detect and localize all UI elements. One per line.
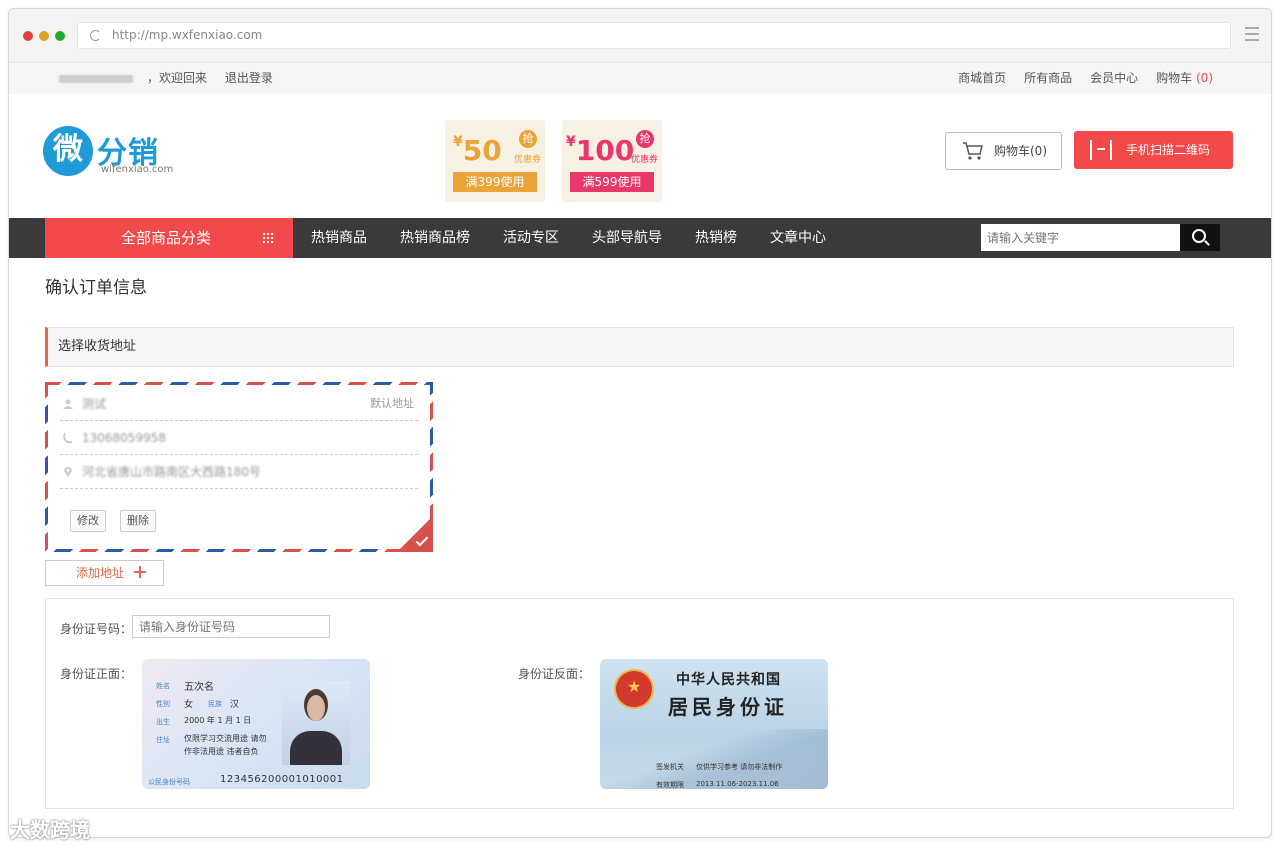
recipient-phone: 13068059958	[82, 431, 166, 445]
id-number-printed: 123456200001010001	[220, 774, 344, 785]
selected-corner	[397, 516, 433, 552]
top-link-all-products[interactable]: 所有商品	[1024, 63, 1072, 94]
reload-icon[interactable]	[90, 30, 101, 41]
search-button[interactable]	[1180, 224, 1220, 251]
id-photo	[282, 681, 350, 765]
location-pin-icon	[64, 467, 72, 477]
username-blurred	[59, 74, 133, 83]
national-emblem-icon	[614, 669, 654, 709]
default-address-label: 默认地址	[370, 397, 414, 410]
grid-icon	[263, 233, 273, 243]
add-address-button[interactable]: 添加地址	[45, 560, 164, 586]
address-phone-row: 13068059958	[60, 421, 418, 455]
hamburger-menu-icon[interactable]	[1245, 27, 1259, 41]
cart-icon	[963, 142, 983, 160]
scan-icon	[1090, 140, 1112, 160]
browser-window: http://mp.wxfenxiao.com ，欢迎回来 退出登录 商城首页 …	[8, 8, 1272, 838]
top-link-home[interactable]: 商城首页	[958, 63, 1006, 94]
main-nav: 全部商品分类 热销商品 热销商品榜 活动专区 头部导航导 热销榜 文章中心	[9, 218, 1271, 258]
id-card-front-image[interactable]: 姓名 五次名 性别 女 民族 汉 出生 2000 年 1 月 1 日 住址 仅限…	[142, 659, 370, 789]
recipient-name: 测试	[82, 397, 107, 411]
nav-item-events[interactable]: 活动专区	[503, 218, 559, 258]
address-name-row: 测试 默认地址	[60, 387, 418, 421]
top-link-member-center[interactable]: 会员中心	[1090, 63, 1138, 94]
welcome-text: ，欢迎回来	[147, 71, 208, 85]
id-title: 居民身份证	[668, 695, 788, 719]
user-icon	[63, 399, 73, 409]
nav-item-hot-products[interactable]: 热销商品	[311, 218, 367, 258]
maximize-dot[interactable]	[55, 31, 65, 41]
site-header: 微 分销 wifenxiao.com ¥50 抢 优惠券 满399使用 ¥100…	[9, 94, 1271, 218]
coupon-tag: 优惠券	[630, 155, 658, 165]
address-card[interactable]: 测试 默认地址 13068059958 河北省唐山市路南区大西路180号 修改 …	[45, 382, 433, 552]
id-name: 五次名	[184, 682, 214, 693]
site-logo[interactable]: 微 分销 wifenxiao.com	[43, 124, 183, 180]
top-link-cart[interactable]: 购物车 (0)	[1156, 63, 1213, 94]
search-input[interactable]	[981, 224, 1180, 251]
cart-button[interactable]: 购物车(0)	[945, 132, 1062, 170]
id-card-panel: 身份证号码： 身份证正面： 身份证反面： 姓名 五次名 性别 女 民族 汉 出生…	[45, 598, 1234, 809]
close-dot[interactable]	[23, 31, 33, 41]
coupon-amount: 50	[462, 134, 502, 167]
id-country: 中华人民共和国	[676, 672, 781, 688]
logo-mark: 微	[43, 126, 93, 176]
plus-icon	[134, 566, 146, 578]
id-card-back-image[interactable]: 中华人民共和国 居民身份证 签发机关 仅供学习参考 请勿非法制作 有效期限 20…	[600, 659, 828, 789]
coupon-condition: 满399使用	[453, 172, 537, 192]
nav-item-hot-ranking[interactable]: 热销商品榜	[400, 218, 470, 258]
address-url: http://mp.wxfenxiao.com	[112, 28, 263, 42]
id-back-label: 身份证反面：	[518, 667, 591, 681]
scan-qr-button[interactable]: 手机扫描二维码	[1074, 131, 1233, 169]
nav-item-articles[interactable]: 文章中心	[770, 218, 826, 258]
coupon-amount: 100	[575, 134, 635, 167]
address-bar[interactable]: http://mp.wxfenxiao.com	[77, 22, 1231, 49]
coupon-50[interactable]: ¥50 抢 优惠券 满399使用	[445, 120, 545, 202]
coupon-100[interactable]: ¥100 抢 优惠券 满599使用	[562, 120, 662, 202]
edit-address-button[interactable]: 修改	[70, 510, 106, 532]
phone-icon	[63, 432, 73, 444]
coupon-grab-badge: 抢	[519, 130, 537, 148]
browser-toolbar: http://mp.wxfenxiao.com	[9, 9, 1271, 63]
logout-link[interactable]: 退出登录	[225, 71, 273, 85]
id-number-input[interactable]	[132, 615, 330, 638]
logo-domain: wifenxiao.com	[101, 164, 174, 175]
window-controls	[23, 31, 65, 41]
address-location-row: 河北省唐山市路南区大西路180号	[60, 455, 418, 489]
page-title: 确认订单信息	[45, 278, 147, 298]
coupon-tag: 优惠券	[513, 155, 541, 165]
coupon-grab-badge: 抢	[636, 130, 654, 148]
nav-item-bestsellers[interactable]: 热销榜	[695, 218, 737, 258]
coupon-condition: 满599使用	[570, 172, 654, 192]
all-categories-menu[interactable]: 全部商品分类	[45, 218, 293, 258]
top-bar: ，欢迎回来 退出登录 商城首页 所有商品 会员中心 购物车 (0)	[9, 63, 1271, 94]
id-front-label: 身份证正面：	[60, 667, 133, 681]
watermark: 大数跨境	[10, 818, 90, 842]
section-select-address: 选择收货地址	[45, 327, 1234, 367]
id-number-label: 身份证号码：	[60, 622, 133, 636]
cart-count: (0)	[1196, 71, 1213, 85]
nav-item-header-nav[interactable]: 头部导航导	[592, 218, 662, 258]
minimize-dot[interactable]	[39, 31, 49, 41]
delete-address-button[interactable]: 删除	[120, 510, 156, 532]
recipient-address: 河北省唐山市路南区大西路180号	[82, 465, 261, 479]
